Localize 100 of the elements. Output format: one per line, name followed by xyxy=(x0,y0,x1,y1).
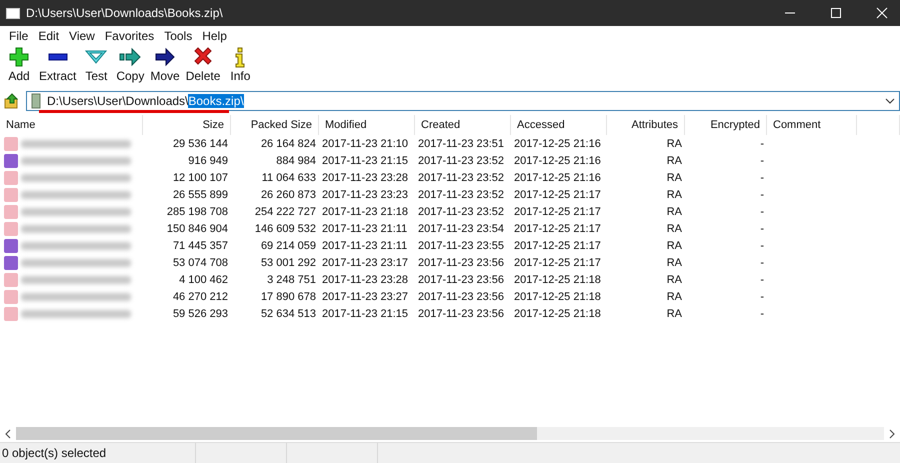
column-header[interactable]: Comment xyxy=(767,115,857,135)
table-cell-text: 59 526 293 xyxy=(172,308,229,320)
arrow-right-icon xyxy=(119,46,142,68)
chevron-down-icon[interactable] xyxy=(885,97,895,105)
window-title: D:\Users\User\Downloads\Books.zip\ xyxy=(26,6,224,20)
column-header[interactable]: Packed Size xyxy=(231,115,319,135)
table-cell-text: RA xyxy=(666,222,683,234)
table-cell-text: 2017-11-23 23:52 xyxy=(417,172,506,184)
table-cell-text: 2017-12-25 21:17 xyxy=(513,240,602,252)
table-cell-text: 26 260 873 xyxy=(260,188,317,200)
table-cell-text: 2017-11-23 21:11 xyxy=(321,240,408,252)
table-cell-text: RA xyxy=(666,308,683,320)
table-cell-text: 26 164 824 xyxy=(260,138,317,150)
table-cell-text: 26 555 899 xyxy=(172,188,229,200)
maximize-icon[interactable] xyxy=(830,7,842,19)
table-cell-text: 2017-11-23 23:28 xyxy=(321,172,410,184)
column-header[interactable]: Size xyxy=(143,115,231,135)
table-cell-text: 2017-12-25 21:18 xyxy=(513,290,602,302)
menu-item[interactable]: Help xyxy=(197,29,232,43)
toolbar-button[interactable]: Delete xyxy=(182,46,224,83)
table-cell-text: 2017-11-23 23:28 xyxy=(321,274,410,286)
toolbar-button[interactable]: Test xyxy=(79,46,114,83)
table-cell-text: 11 064 633 xyxy=(260,172,317,184)
table-cell-text: 2017-11-23 21:11 xyxy=(321,222,408,234)
menu-item[interactable]: Tools xyxy=(159,29,198,43)
table-cell-text: 254 222 727 xyxy=(254,206,317,218)
toolbar-button[interactable]: Move xyxy=(147,46,183,83)
scroll-left-icon[interactable] xyxy=(4,428,12,438)
table-cell-text: 2017-12-25 21:18 xyxy=(513,308,602,320)
scrollbar-thumb[interactable] xyxy=(16,427,537,440)
table-cell-text: 2017-11-23 23:23 xyxy=(321,188,410,200)
toolbar-button[interactable]: Add xyxy=(2,46,36,83)
table-cell-text: 2017-11-23 23:52 xyxy=(417,188,506,200)
menu-item[interactable]: Edit xyxy=(33,29,64,43)
table-cell-text: - xyxy=(759,154,765,166)
table-cell-text: RA xyxy=(666,240,683,252)
table-cell-text: 146 609 532 xyxy=(254,222,317,234)
table-cell-text: 916 949 xyxy=(187,154,229,166)
table-cell-text: 2017-11-23 23:51 xyxy=(417,138,506,150)
toolbar-button[interactable]: Extract xyxy=(36,46,80,83)
table-cell-text: - xyxy=(759,222,765,234)
table-cell-text: 2017-11-23 23:56 xyxy=(417,274,506,286)
close-icon[interactable] xyxy=(876,7,888,19)
table-cell-text: RA xyxy=(666,206,683,218)
table-cell-text: 884 984 xyxy=(275,154,317,166)
table-cell-text: 17 890 678 xyxy=(260,290,317,302)
app-logo-icon xyxy=(6,8,20,18)
column-header[interactable]: Name xyxy=(0,115,143,135)
scroll-right-icon[interactable] xyxy=(888,428,896,438)
table-cell-text: 2017-11-23 21:15 xyxy=(321,154,410,166)
address-field[interactable]: D:\Users\User\Downloads\Books.zip\ xyxy=(26,91,900,111)
table-cell-text: 12 100 107 xyxy=(172,172,229,184)
table-cell-text: 285 198 708 xyxy=(166,206,229,218)
table-cell-text: 2017-11-23 23:52 xyxy=(417,154,506,166)
table-cell-text: 2017-11-23 23:56 xyxy=(417,290,506,302)
table-cell-text: - xyxy=(759,256,765,268)
table-cell-text: - xyxy=(759,188,765,200)
menu-item[interactable]: View xyxy=(64,29,100,43)
table-cell-text: 2017-12-25 21:18 xyxy=(513,274,602,286)
table-cell-text: - xyxy=(759,240,765,252)
table-cell-text: 2017-11-23 21:18 xyxy=(321,206,410,218)
column-header[interactable]: Modified xyxy=(319,115,415,135)
table-cell-text: 4 100 462 xyxy=(178,274,229,286)
arrow-right-icon xyxy=(154,46,176,68)
table-cell-text: 46 270 212 xyxy=(172,290,229,302)
table-cell-text: 2017-11-23 23:56 xyxy=(417,308,506,320)
menu-item[interactable]: File xyxy=(4,29,34,43)
table-cell-text: 2017-12-25 21:16 xyxy=(513,172,602,184)
table-cell-text: 2017-12-25 21:16 xyxy=(513,154,602,166)
table-cell-text: 2017-12-25 21:16 xyxy=(513,138,602,150)
table-cell-text: - xyxy=(759,308,765,320)
folder-up-icon[interactable] xyxy=(4,93,20,109)
menu-item[interactable]: Favorites xyxy=(100,29,160,43)
toolbar-button[interactable]: Copy xyxy=(113,46,148,83)
table-cell-text: 2017-12-25 21:17 xyxy=(513,188,602,200)
table-cell-text: 2017-11-23 23:52 xyxy=(417,206,506,218)
table-cell-text: - xyxy=(759,172,765,184)
table-cell-text: 2017-11-23 21:10 xyxy=(321,138,410,150)
column-header[interactable]: Encrypted xyxy=(685,115,767,135)
table-cell-text: 2017-11-23 23:17 xyxy=(321,256,410,268)
table-cell-text: 3 248 751 xyxy=(266,274,317,286)
table-cell-text: 150 846 904 xyxy=(166,222,229,234)
table-cell-text: 2017-12-25 21:17 xyxy=(513,222,602,234)
table-cell-text: - xyxy=(759,274,765,286)
table-cell-text: 53 001 292 xyxy=(260,256,317,268)
table-cell-text: RA xyxy=(666,274,683,286)
table-cell-text: RA xyxy=(666,290,683,302)
table-cell-text: 53 074 708 xyxy=(172,256,229,268)
status-text: 0 object(s) selected xyxy=(1,446,108,460)
table-cell-text: - xyxy=(759,138,765,150)
table-cell-text: 2017-12-25 21:17 xyxy=(513,206,602,218)
table-cell-text: RA xyxy=(666,256,683,268)
column-header[interactable]: Created xyxy=(415,115,511,135)
toolbar-button[interactable]: Info xyxy=(223,46,258,83)
table-cell-text: - xyxy=(759,290,765,302)
table-cell-text: 52 634 513 xyxy=(260,308,317,320)
column-header[interactable]: Accessed xyxy=(511,115,607,135)
table-cell-text: 2017-11-23 23:27 xyxy=(321,290,410,302)
column-header[interactable]: Attributes xyxy=(607,115,685,135)
table-cell-text: - xyxy=(759,206,765,218)
